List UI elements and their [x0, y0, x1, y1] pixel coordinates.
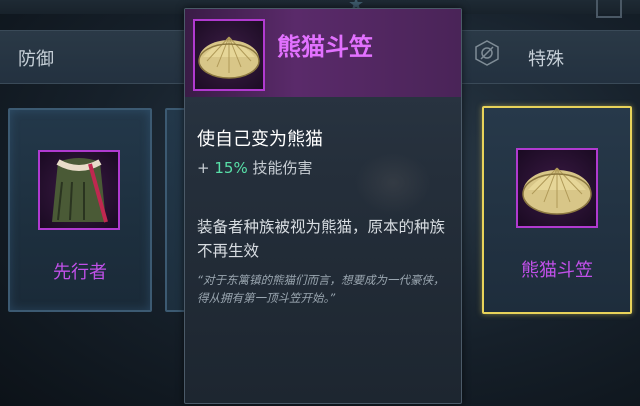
special-category-icon	[475, 40, 499, 66]
item-slot-panda-hat[interactable]: 熊猫斗笠	[482, 106, 632, 314]
tooltip-flavor-quote: “对于东篱镇的熊猫们而言，想要成为一代豪侠，得从拥有第一顶斗笠开始。”	[197, 273, 445, 305]
item-slot-pathfinder[interactable]: 先行者	[8, 108, 152, 312]
item-name-pathfinder: 先行者	[53, 262, 107, 283]
bonus-label: 技能伤害	[252, 159, 313, 177]
bonus-value: 15%	[214, 159, 248, 177]
straw-hat-icon	[516, 148, 598, 228]
bonus-prefix: +	[197, 159, 210, 177]
item-tooltip: 熊猫斗笠 使自己变为熊猫 + 15% 技能伤害 装备者种族被视为熊猫，原本的种族…	[184, 8, 462, 404]
item-name-panda-hat: 熊猫斗笠	[521, 260, 593, 281]
category-special-tab[interactable]: 特殊	[528, 45, 564, 71]
background-decoration	[355, 151, 431, 215]
straw-hat-icon	[193, 19, 265, 91]
tooltip-title: 熊猫斗笠	[277, 33, 373, 61]
tooltip-header: 熊猫斗笠	[185, 9, 461, 97]
bonus-line: + 15% 技能伤害	[197, 157, 313, 178]
category-defense-tab[interactable]: 防御	[18, 45, 54, 71]
tooltip-subtitle: 使自己变为熊猫	[197, 129, 323, 150]
tooltip-description: 装备者种族被视为熊猫，原本的种族不再生效	[197, 218, 446, 260]
top-decoration-right	[596, 0, 622, 18]
cloak-icon	[38, 150, 120, 230]
